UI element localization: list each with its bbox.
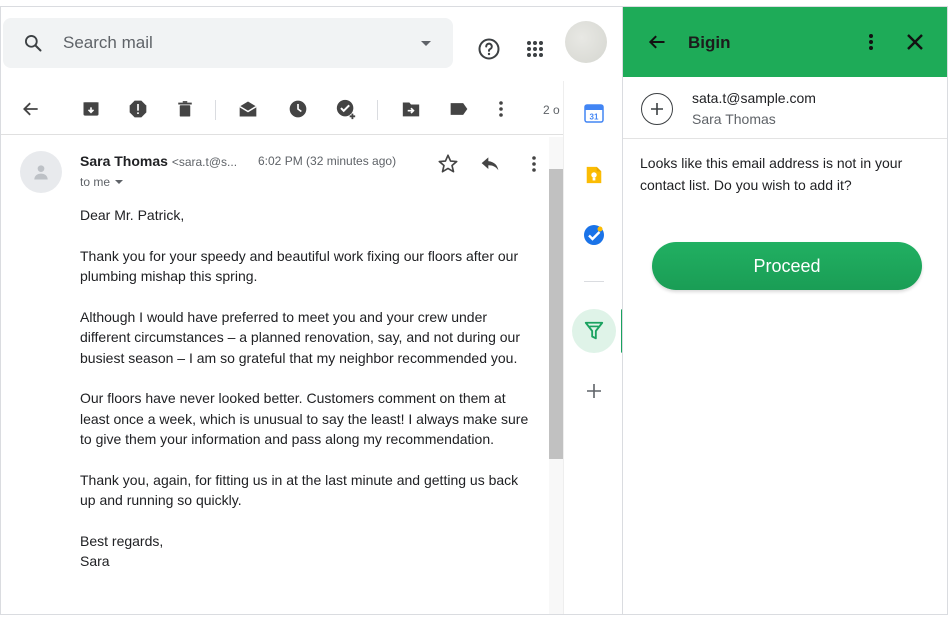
gmail-pane: 2 o Sara Thomas <sara.t@s... 6:02 PM (32… [1, 7, 563, 614]
search-bar[interactable] [3, 18, 453, 68]
panel-title: Bigin [688, 33, 731, 52]
message-more-icon[interactable] [522, 152, 546, 176]
message-count: 2 o [543, 103, 560, 117]
account-avatar[interactable] [565, 21, 607, 63]
recipient-caret-icon[interactable] [115, 180, 124, 184]
more-vert-icon[interactable] [489, 97, 513, 121]
paragraph-3: Our floors have never looked better. Cus… [80, 390, 529, 447]
more-vert-icon[interactable] [859, 30, 883, 54]
get-addons-plus-icon[interactable] [582, 379, 606, 403]
contact-name: Sara Thomas [692, 111, 776, 127]
signature: Sara [80, 553, 110, 569]
proceed-button[interactable]: Proceed [652, 242, 922, 290]
label-icon[interactable] [447, 97, 471, 121]
greeting: Dear Mr. Patrick, [80, 207, 185, 223]
bigin-addon-icon[interactable] [572, 309, 616, 353]
recipient-label: to me [80, 175, 111, 189]
search-input[interactable] [63, 33, 421, 53]
calendar-date: 31 [590, 113, 599, 122]
paragraph-1: Thank you for your speedy and beautiful … [80, 247, 519, 285]
contact-row: sata.t@sample.com Sara Thomas [623, 77, 947, 139]
reply-icon[interactable] [478, 152, 502, 176]
search-options-caret-icon[interactable] [421, 40, 431, 46]
help-icon[interactable] [471, 31, 507, 67]
back-arrow-icon[interactable] [645, 30, 669, 54]
sender-name[interactable]: Sara Thomas [80, 153, 168, 169]
sender-email: <sara.t@s... [171, 155, 238, 169]
apps-grid-icon[interactable] [517, 31, 553, 67]
archive-icon[interactable] [79, 97, 103, 121]
message-toolbar: 2 o [1, 83, 563, 135]
message-body: Dear Mr. Patrick, Thank you for your spe… [80, 205, 535, 572]
message-time: 6:02 PM (32 minutes ago) [258, 154, 397, 168]
move-to-icon[interactable] [399, 97, 423, 121]
signature-block: Best regards, Sara [80, 531, 535, 572]
add-to-tasks-icon[interactable] [334, 97, 358, 121]
star-icon[interactable] [436, 152, 460, 176]
tasks-icon[interactable] [582, 223, 606, 247]
paragraph-2: Although I would have preferred to meet … [80, 308, 520, 366]
recipient-details[interactable]: to me [80, 175, 124, 189]
calendar-icon[interactable]: 31 [582, 101, 606, 125]
notice-text: Looks like this email address is not in … [640, 155, 903, 193]
message: Sara Thomas <sara.t@s... 6:02 PM (32 min… [1, 137, 549, 614]
scrollbar-thumb[interactable] [549, 169, 563, 459]
keep-icon[interactable] [582, 163, 606, 187]
add-contact-icon[interactable] [641, 93, 673, 125]
contact-email: sata.t@sample.com [692, 90, 816, 106]
paragraph-4: Thank you, again, for fitting us in at t… [80, 471, 519, 509]
sender-avatar[interactable] [20, 151, 62, 193]
close-icon[interactable] [903, 30, 927, 54]
mark-unread-icon[interactable] [236, 97, 260, 121]
back-arrow-icon[interactable] [19, 97, 43, 121]
closing: Best regards, [80, 532, 164, 549]
search-icon[interactable] [21, 31, 45, 55]
delete-icon[interactable] [173, 97, 197, 121]
bigin-header: Bigin [623, 7, 947, 77]
report-spam-icon[interactable] [126, 97, 150, 121]
snooze-clock-icon[interactable] [286, 97, 310, 121]
bigin-panel: Bigin sata.t@sample.com Sara Thomas Look… [622, 7, 947, 614]
window: 2 o Sara Thomas <sara.t@s... 6:02 PM (32… [0, 6, 948, 615]
side-panel-strip: 31 [563, 81, 624, 614]
